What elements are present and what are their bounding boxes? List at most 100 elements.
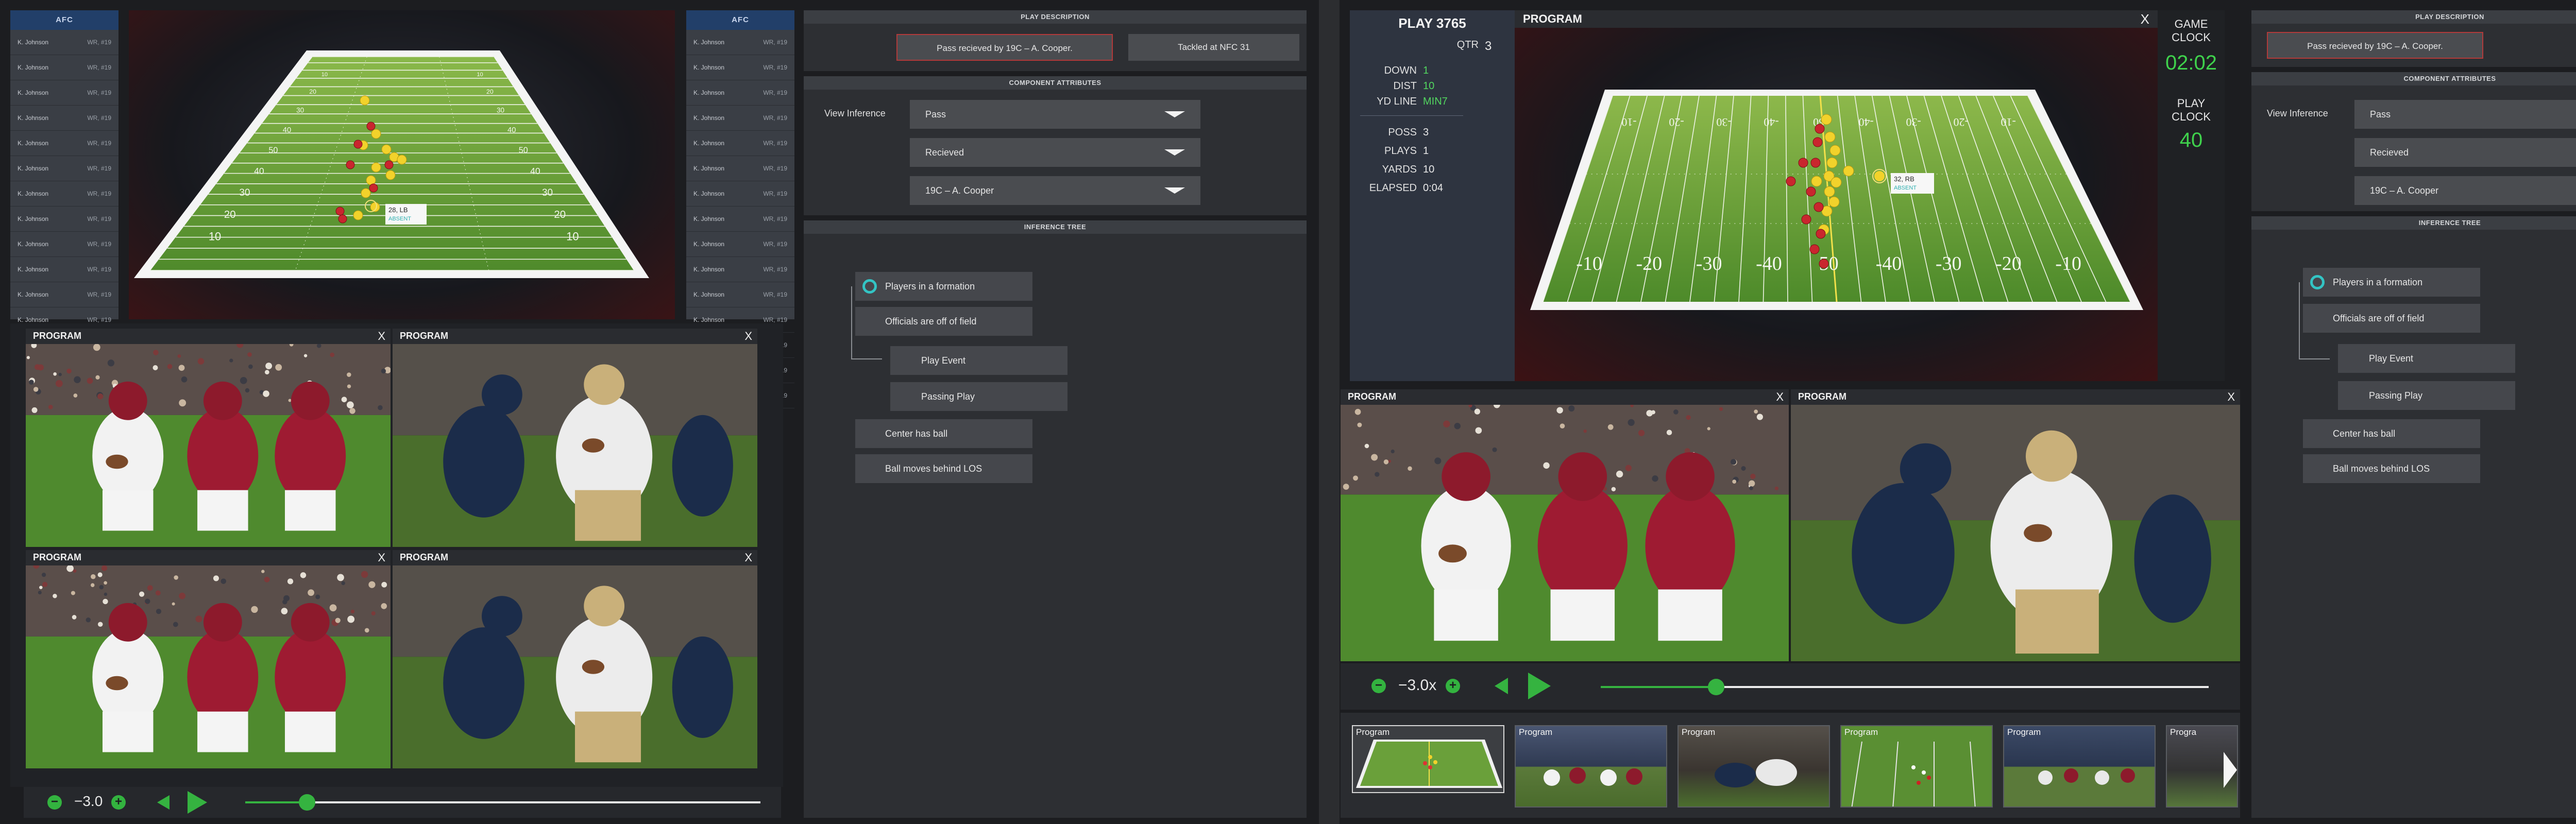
close-icon[interactable]: X (378, 330, 385, 343)
thumbnail-4[interactable]: Program (2003, 725, 2156, 808)
tree-node-0[interactable]: Players in a formation (855, 272, 1032, 301)
play-icon[interactable] (185, 790, 208, 815)
pants (285, 490, 336, 531)
thumbnail-1[interactable]: Program (1515, 725, 1667, 808)
roster-row[interactable]: K. Johnson WR, #19 (686, 30, 794, 55)
roster-row[interactable]: K. Johnson WR, #19 (10, 282, 118, 307)
close-icon[interactable]: X (1776, 390, 1784, 404)
roster-row[interactable]: K. Johnson WR, #19 (686, 106, 794, 131)
tree-node-5[interactable]: Ball moves behind LOS (855, 454, 1032, 483)
dist-label: DIST (1360, 80, 1417, 92)
player-name: K. Johnson (18, 64, 48, 71)
attribute-select-3[interactable]: 19C – A. Cooper (2354, 176, 2576, 205)
roster-row[interactable]: K. Johnson WR, #19 (686, 232, 794, 257)
view-inference-label: View Inference (2267, 108, 2328, 119)
video-tile-2[interactable]: PROGRAM X (393, 329, 757, 547)
tree-node-5[interactable]: Ball moves behind LOS (2303, 454, 2480, 483)
thumbnail-scene (1679, 726, 1830, 808)
roster-row[interactable]: K. Johnson WR, #19 (10, 207, 118, 232)
slower-button[interactable]: − (47, 795, 62, 810)
player-name: K. Johnson (693, 241, 724, 248)
helmet (204, 603, 242, 642)
timeline-scrubber[interactable] (245, 801, 760, 803)
spectator (361, 571, 368, 578)
video-tile-1[interactable]: PROGRAM X (26, 329, 391, 547)
spectator (1719, 407, 1723, 411)
spectator (53, 594, 57, 598)
spectator (378, 405, 383, 410)
roster-row[interactable]: K. Johnson WR, #19 (10, 80, 118, 106)
yard-number: 50 (519, 146, 528, 155)
close-icon[interactable]: X (2141, 11, 2149, 27)
attribute-select-2[interactable]: Recieved (2354, 138, 2576, 167)
attribute-select-1[interactable]: Pass (2354, 100, 2576, 129)
yard-number: -20 (1669, 116, 1684, 129)
tree-node-3[interactable]: Passing Play (890, 382, 1067, 411)
roster-row[interactable]: K. Johnson WR, #19 (686, 156, 794, 181)
thumbnail-2[interactable]: Program (1677, 725, 1830, 808)
close-icon[interactable]: X (378, 551, 385, 564)
roster-row[interactable]: K. Johnson WR, #19 (10, 156, 118, 181)
player-name: K. Johnson (18, 190, 48, 197)
tree-node-4[interactable]: Center has ball (855, 419, 1032, 448)
faster-button[interactable]: + (1446, 679, 1460, 693)
program-field-panel[interactable]: PROGRAM X -10 -10 -20 -20 -30 -30 -40 -40 50 50 -4… (1515, 10, 2158, 381)
tree-node-2[interactable]: Play Event (890, 346, 1067, 375)
spectator (1343, 484, 1349, 490)
video-tile-1[interactable]: PROGRAM X (1341, 389, 1789, 661)
attribute-select-1[interactable]: Pass (910, 100, 1200, 129)
roster-row[interactable]: K. Johnson WR, #19 (10, 181, 118, 207)
thumbnail-5[interactable]: Progra (2166, 725, 2238, 808)
roster-row[interactable]: K. Johnson WR, #19 (686, 207, 794, 232)
video-tile-3[interactable]: PROGRAM X (26, 550, 391, 768)
spectator (99, 585, 104, 589)
roster-row[interactable]: K. Johnson WR, #19 (686, 131, 794, 156)
faster-button[interactable]: + (111, 795, 126, 810)
play-event-button-1[interactable]: Pass recieved by 19C – A. Cooper. (2267, 32, 2483, 59)
tile-label: PROGRAM (33, 552, 81, 563)
chevron-right-icon[interactable] (2167, 726, 2238, 808)
step-back-icon[interactable] (1493, 677, 1509, 695)
video-tile-4[interactable]: PROGRAM X (393, 550, 757, 768)
field-3d-view[interactable]: 10 10 20 20 30 30 40 40 50 50 40 40 30 30 20 20 10 10 28,… (129, 10, 675, 319)
attribute-select-2[interactable]: Recieved (910, 138, 1200, 167)
roster-row[interactable]: K. Johnson WR, #19 (10, 131, 118, 156)
tree-node-1[interactable]: Officials are off of field (855, 307, 1032, 336)
roster-row[interactable]: K. Johnson WR, #19 (10, 232, 118, 257)
spectator (1732, 479, 1736, 484)
roster-row[interactable]: K. Johnson WR, #19 (10, 106, 118, 131)
play-event-button-1[interactable]: Pass recieved by 19C – A. Cooper. (896, 34, 1113, 61)
tree-node-2[interactable]: Play Event (2338, 344, 2515, 373)
roster-row[interactable]: K. Johnson WR, #19 (686, 55, 794, 80)
play-event-button-2[interactable]: Tackled at NFC 31 (1128, 34, 1299, 61)
roster-row[interactable]: K. Johnson WR, #19 (686, 181, 794, 207)
roster-row[interactable]: K. Johnson WR, #19 (10, 55, 118, 80)
tree-node-3[interactable]: Passing Play (2338, 381, 2515, 410)
close-icon[interactable]: X (744, 330, 752, 343)
thumbnail-0[interactable]: Program (1352, 725, 1504, 793)
timeline-knob[interactable] (1708, 679, 1724, 695)
tree-node-0[interactable]: Players in a formation (2303, 268, 2480, 297)
spectator (347, 372, 351, 377)
yard-number: 40 (283, 126, 291, 134)
roster-row[interactable]: K. Johnson WR, #19 (10, 257, 118, 282)
close-icon[interactable]: X (744, 551, 752, 564)
step-back-icon[interactable] (155, 794, 171, 811)
spectator (315, 594, 320, 599)
roster-row[interactable]: K. Johnson WR, #19 (10, 30, 118, 55)
attribute-select-3[interactable]: 19C – A. Cooper (910, 176, 1200, 205)
slower-button[interactable]: − (1371, 679, 1386, 693)
thumbnail-3[interactable]: Program (1840, 725, 1993, 808)
timeline-scrubber[interactable] (1601, 686, 2209, 688)
tree-node-4[interactable]: Center has ball (2303, 419, 2480, 448)
play-icon[interactable] (1526, 672, 1552, 700)
video-tile-2[interactable]: PROGRAM X (1791, 389, 2240, 661)
roster-row[interactable]: K. Johnson WR, #19 (686, 257, 794, 282)
roster-row[interactable]: K. Johnson WR, #19 (686, 282, 794, 307)
attribute-select-2-value: Recieved (2370, 147, 2409, 158)
timeline-knob[interactable] (299, 794, 315, 811)
player-defense (1786, 177, 1795, 186)
tree-node-1[interactable]: Officials are off of field (2303, 304, 2480, 333)
close-icon[interactable]: X (2227, 390, 2235, 404)
roster-row[interactable]: K. Johnson WR, #19 (686, 80, 794, 106)
